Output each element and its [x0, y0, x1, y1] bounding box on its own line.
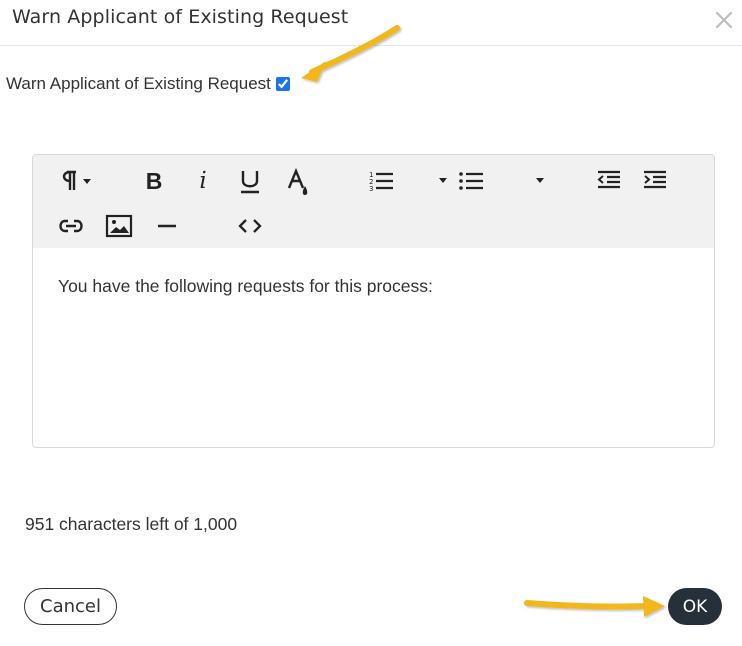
list-style-dropdown[interactable]: [529, 166, 551, 196]
italic-button[interactable]: i: [189, 166, 217, 196]
bold-button[interactable]: B: [139, 166, 169, 196]
horizontal-line-icon: [158, 224, 176, 228]
paragraph-icon: [62, 170, 91, 190]
paragraph-format-button[interactable]: [55, 166, 97, 196]
ok-arrow-icon: [524, 596, 665, 617]
dialog-title: Warn Applicant of Existing Request: [12, 6, 349, 28]
outdent-icon: [597, 170, 620, 189]
unordered-list-button[interactable]: [435, 166, 491, 196]
underline-icon: [241, 171, 259, 194]
editor-content[interactable]: You have the following requests for this…: [58, 276, 433, 297]
close-icon[interactable]: [712, 8, 736, 32]
insert-link-button[interactable]: [55, 211, 87, 241]
cancel-button[interactable]: Cancel: [24, 588, 117, 625]
text-color-button[interactable]: [281, 166, 313, 198]
header-divider: [0, 45, 742, 46]
outdent-button[interactable]: [593, 166, 625, 196]
horizontal-line-button[interactable]: [151, 211, 183, 241]
character-counter: 951 characters left of 1,000: [25, 514, 238, 534]
unordered-list-icon: [439, 172, 483, 190]
rich-text-editor: B i 1 2 3 You have the following request…: [32, 154, 715, 448]
chevron-down-icon: [536, 178, 544, 183]
ordered-list-icon: 1 2 3: [369, 171, 393, 193]
checkbox-arrow-icon: [301, 25, 400, 82]
insert-image-button[interactable]: [103, 211, 135, 241]
warn-applicant-checkbox[interactable]: [275, 77, 290, 91]
indent-button[interactable]: [639, 166, 671, 196]
svg-text:3: 3: [369, 185, 373, 193]
link-icon: [59, 219, 83, 233]
warn-applicant-label: Warn Applicant of Existing Request: [6, 74, 271, 93]
editor-toolbar: B i 1 2 3: [33, 155, 714, 248]
code-view-button[interactable]: [233, 211, 267, 241]
underline-button[interactable]: [234, 166, 266, 196]
text-color-icon: [287, 167, 308, 195]
indent-icon: [644, 170, 666, 189]
ok-button[interactable]: OK: [668, 588, 722, 625]
warn-applicant-row: Warn Applicant of Existing Request: [6, 74, 290, 94]
ordered-list-button[interactable]: 1 2 3: [365, 166, 397, 196]
image-icon: [105, 214, 133, 238]
code-icon: [238, 219, 262, 233]
